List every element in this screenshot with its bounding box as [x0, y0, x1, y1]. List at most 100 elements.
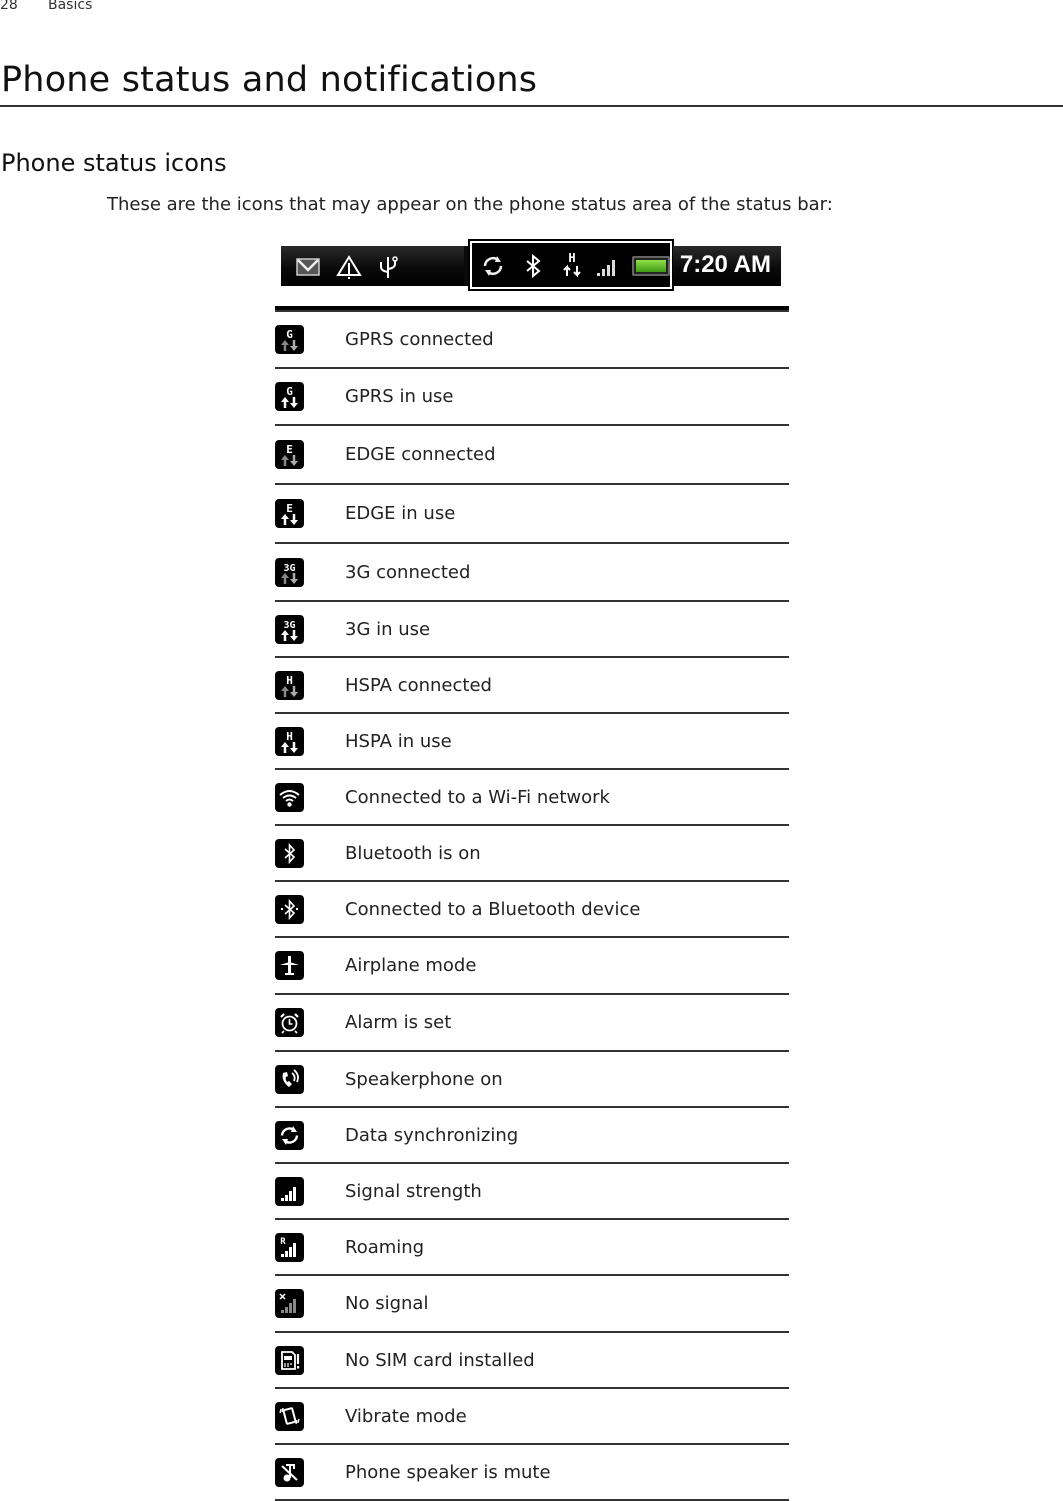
no-signal-icon-glyph	[279, 1293, 296, 1313]
speaker-mute-icon-glyph	[281, 1463, 298, 1481]
icon-description: GPRS in use	[345, 368, 789, 426]
signal-icon-glyph	[281, 1186, 296, 1201]
icon-cell: H	[275, 713, 345, 770]
wifi-icon-glyph	[279, 789, 300, 807]
no-sim-icon	[275, 1345, 304, 1375]
icon-description: No SIM card installed	[345, 1332, 789, 1389]
icon-cell	[275, 881, 345, 938]
3g-in-use-icon: 3G	[275, 614, 304, 644]
svg-text:H: H	[286, 674, 293, 687]
svg-text:3G: 3G	[283, 563, 295, 574]
bluetooth-icon-glyph	[284, 842, 296, 864]
gprs-in-use-icon: G	[275, 382, 304, 411]
icon-cell	[275, 825, 345, 882]
icon-description: 3G connected	[345, 543, 789, 602]
signal-icon	[275, 1176, 304, 1206]
svg-text:G: G	[286, 328, 293, 341]
edge-in-use-icon: E	[275, 499, 304, 528]
hspa-icon: H	[559, 251, 585, 277]
icon-description: Roaming	[345, 1219, 789, 1276]
roaming-icon: R	[275, 1232, 304, 1262]
hspa-in-use-icon: H	[275, 726, 304, 756]
icon-description: HSPA in use	[345, 713, 789, 770]
airplane-icon	[275, 951, 304, 980]
icon-description: HSPA connected	[345, 657, 789, 714]
icon-description: Phone speaker is mute	[345, 1444, 789, 1501]
table-row: 3G 3G in use	[275, 601, 789, 658]
table-row: E EDGE connected	[275, 425, 789, 485]
bluetooth-connected-icon-glyph	[281, 898, 298, 920]
icon-cell	[275, 1051, 345, 1108]
sync-icon-glyph	[280, 1125, 299, 1145]
table-row: No SIM card installed	[275, 1332, 789, 1389]
signal-icon	[594, 253, 620, 279]
table-row: G GPRS in use	[275, 368, 789, 426]
icon-description: No signal	[345, 1275, 789, 1333]
table-row: Bluetooth is on	[275, 825, 789, 882]
icon-description: Data synchronizing	[345, 1107, 789, 1164]
icon-description: 3G in use	[345, 601, 789, 658]
sync-icon	[275, 1120, 304, 1150]
icon-cell: H	[275, 657, 345, 714]
bluetooth-connected-icon	[275, 894, 304, 924]
bluetooth-icon	[520, 253, 546, 279]
icon-cell: 3G	[275, 543, 345, 602]
icon-cell: G	[275, 368, 345, 426]
table-row: Alarm is set	[275, 994, 789, 1052]
table-row: Speakerphone on	[275, 1051, 789, 1108]
table-row: Phone speaker is mute	[275, 1444, 789, 1501]
svg-text:E: E	[286, 502, 293, 515]
svg-text:G: G	[286, 385, 293, 398]
status-icons-table: G GPRS connected G GPRS in use E EDGE conn…	[275, 306, 789, 1501]
icon-cell	[275, 994, 345, 1052]
icon-description: Connected to a Wi-Fi network	[345, 769, 789, 826]
icon-cell: E	[275, 484, 345, 544]
svg-text:H: H	[568, 251, 575, 265]
table-row: R Roaming	[275, 1219, 789, 1276]
speaker-mute-icon	[275, 1457, 304, 1487]
icon-description: Alarm is set	[345, 994, 789, 1052]
sync-icon	[480, 253, 506, 279]
vibrate-icon-glyph	[279, 1406, 300, 1425]
icon-cell: G	[275, 311, 345, 369]
clock-area: 7:20 AM	[673, 246, 781, 286]
icon-cell	[275, 1275, 345, 1333]
icon-cell: E	[275, 425, 345, 485]
icon-cell: R	[275, 1219, 345, 1276]
svg-text:E: E	[286, 443, 293, 456]
clock-time: 7:20 AM	[679, 251, 771, 278]
table-row: No signal	[275, 1275, 789, 1333]
icon-description: Connected to a Bluetooth device	[345, 881, 789, 938]
usb-icon	[375, 254, 401, 280]
icon-description: Signal strength	[345, 1163, 789, 1220]
section-name: Basics	[48, 0, 93, 13]
3g-connected-icon-glyph: 3G	[281, 563, 298, 584]
edge-in-use-icon-glyph: E	[281, 502, 298, 525]
phone-status-area: H	[468, 239, 674, 291]
table-row: Vibrate mode	[275, 1388, 789, 1445]
warning-icon	[336, 254, 362, 280]
speakerphone-icon-glyph	[282, 1068, 299, 1087]
icon-description: GPRS connected	[345, 311, 789, 369]
icon-description: Speakerphone on	[345, 1051, 789, 1108]
edge-connected-icon: E	[275, 440, 304, 469]
table-row: Airplane mode	[275, 937, 789, 995]
icon-description: EDGE connected	[345, 425, 789, 485]
icon-cell	[275, 1107, 345, 1164]
icon-description: EDGE in use	[345, 484, 789, 544]
3g-connected-icon: 3G	[275, 557, 304, 587]
3g-in-use-icon-glyph: 3G	[281, 620, 298, 641]
battery-icon	[632, 256, 670, 276]
airplane-icon-glyph	[280, 956, 299, 975]
alarm-icon	[275, 1008, 304, 1037]
svg-text:H: H	[286, 730, 293, 743]
intro-text: These are the icons that may appear on t…	[107, 194, 833, 215]
hspa-in-use-icon-glyph: H	[281, 730, 298, 753]
speakerphone-icon	[275, 1064, 304, 1094]
table-row: Connected to a Bluetooth device	[275, 881, 789, 938]
page-number: 28	[0, 0, 18, 13]
gprs-connected-icon-glyph: G	[281, 328, 298, 351]
wifi-icon	[275, 782, 304, 812]
status-bar-image: H 7:20 AM	[281, 239, 781, 291]
icon-cell: 3G	[275, 601, 345, 658]
